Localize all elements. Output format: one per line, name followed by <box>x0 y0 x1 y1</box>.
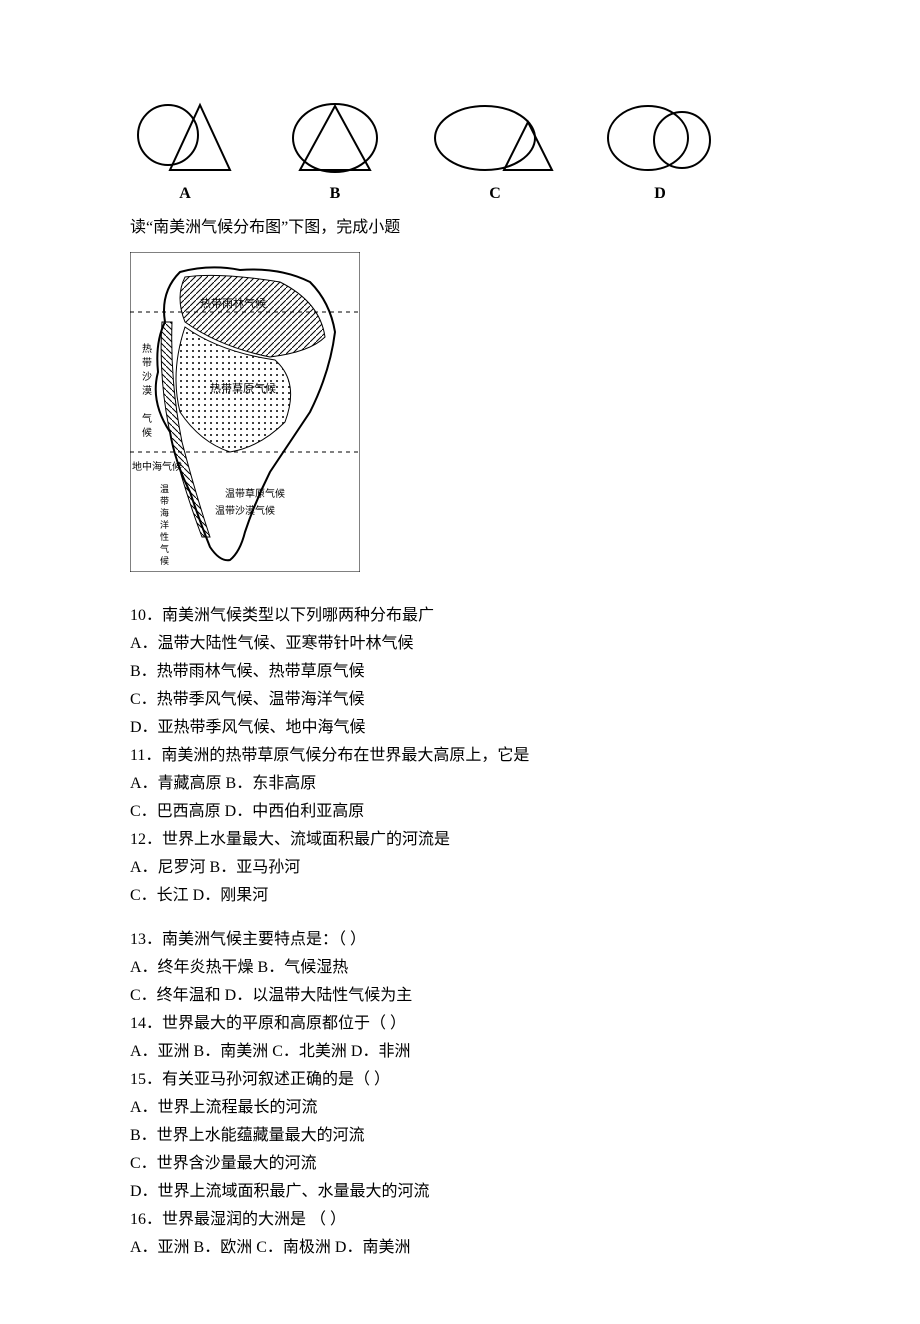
diagram-item-d: D <box>600 100 720 206</box>
south-america-map-icon: 热带雨林气候 热带草原气候 热 带 沙 漠 气 候 地中海气候 温 带 海 洋 … <box>130 252 360 572</box>
diagram-b-icon <box>280 100 390 180</box>
diagram-c-icon <box>430 100 560 180</box>
q13-opts-1: A．终年炎热干燥 B．气候湿热 <box>130 956 790 980</box>
svg-text:漠: 漠 <box>142 385 152 397</box>
map-label-desert-w: 热 <box>142 342 152 355</box>
q15-opt-a: A．世界上流程最长的河流 <box>130 1096 790 1120</box>
q11-opts-1: A．青藏高原 B．东非高原 <box>130 772 790 796</box>
q16-opts: A．亚洲 B．欧洲 C．南极洲 D．南美洲 <box>130 1236 790 1260</box>
climate-map: 热带雨林气候 热带草原气候 热 带 沙 漠 气 候 地中海气候 温 带 海 洋 … <box>130 252 790 580</box>
q16-stem: 16．世界最湿润的大洲是 （ ） <box>130 1208 790 1232</box>
svg-text:性: 性 <box>160 531 169 542</box>
svg-text:沙: 沙 <box>142 371 152 383</box>
diagram-label-b: B <box>330 182 341 206</box>
diagram-label-a: A <box>179 182 191 206</box>
intro-text: 读“南美洲气候分布图”下图，完成小题 <box>130 216 790 240</box>
diagram-row: A B C D <box>130 100 790 206</box>
map-label-rainforest: 热带雨林气候 <box>200 296 266 310</box>
diagram-label-d: D <box>654 182 666 206</box>
q10-opt-c: C．热带季风气候、温带海洋气候 <box>130 688 790 712</box>
diagram-item-a: A <box>130 100 240 206</box>
q12-opts-1: A．尼罗河 B．亚马孙河 <box>130 856 790 880</box>
q13-stem: 13．南美洲气候主要特点是：（ ） <box>130 928 790 952</box>
q15-opt-c: C．世界含沙量最大的河流 <box>130 1152 790 1176</box>
q10-opt-b: B．热带雨林气候、热带草原气候 <box>130 660 790 684</box>
diagram-a-icon <box>130 100 240 180</box>
svg-text:带: 带 <box>142 357 152 369</box>
q15-opt-b: B．世界上水能蕴藏量最大的河流 <box>130 1124 790 1148</box>
svg-text:洋: 洋 <box>160 519 169 530</box>
q15-stem: 15．有关亚马孙河叙述正确的是（ ） <box>130 1068 790 1092</box>
svg-text:候: 候 <box>160 555 169 566</box>
svg-text:海: 海 <box>160 507 169 518</box>
svg-text:气: 气 <box>142 412 152 425</box>
q14-stem: 14．世界最大的平原和高原都位于（ ） <box>130 1012 790 1036</box>
q14-opts: A．亚洲 B．南美洲 C．北美洲 D．非洲 <box>130 1040 790 1064</box>
diagram-d-icon <box>600 100 720 180</box>
q13-opts-2: C．终年温和 D．以温带大陆性气候为主 <box>130 984 790 1008</box>
map-label-maritime: 温 <box>160 484 169 494</box>
q10-opt-a: A．温带大陆性气候、亚寒带针叶林气候 <box>130 632 790 656</box>
svg-text:候: 候 <box>142 426 152 439</box>
map-label-temp-grass: 温带草原气候 <box>225 487 285 500</box>
svg-text:带: 带 <box>160 496 169 506</box>
diagram-item-b: B <box>280 100 390 206</box>
diagram-item-c: C <box>430 100 560 206</box>
q11-opts-2: C．巴西高原 D．中西伯利亚高原 <box>130 800 790 824</box>
q10-stem: 10．南美洲气候类型以下列哪两种分布最广 <box>130 604 790 628</box>
q11-stem: 11．南美洲的热带草原气候分布在世界最大高原上，它是 <box>130 744 790 768</box>
map-label-temp-desert: 温带沙漠气候 <box>215 504 275 517</box>
map-label-mediterranean: 地中海气候 <box>132 460 182 473</box>
q12-opts-2: C．长江 D．刚果河 <box>130 884 790 908</box>
map-label-grassland: 热带草原气候 <box>210 381 276 395</box>
q12-stem: 12．世界上水量最大、流域面积最广的河流是 <box>130 828 790 852</box>
q10-opt-d: D．亚热带季风气候、地中海气候 <box>130 716 790 740</box>
q15-opt-d: D．世界上流域面积最广、水量最大的河流 <box>130 1180 790 1204</box>
svg-text:气: 气 <box>160 543 169 554</box>
diagram-label-c: C <box>489 182 501 206</box>
